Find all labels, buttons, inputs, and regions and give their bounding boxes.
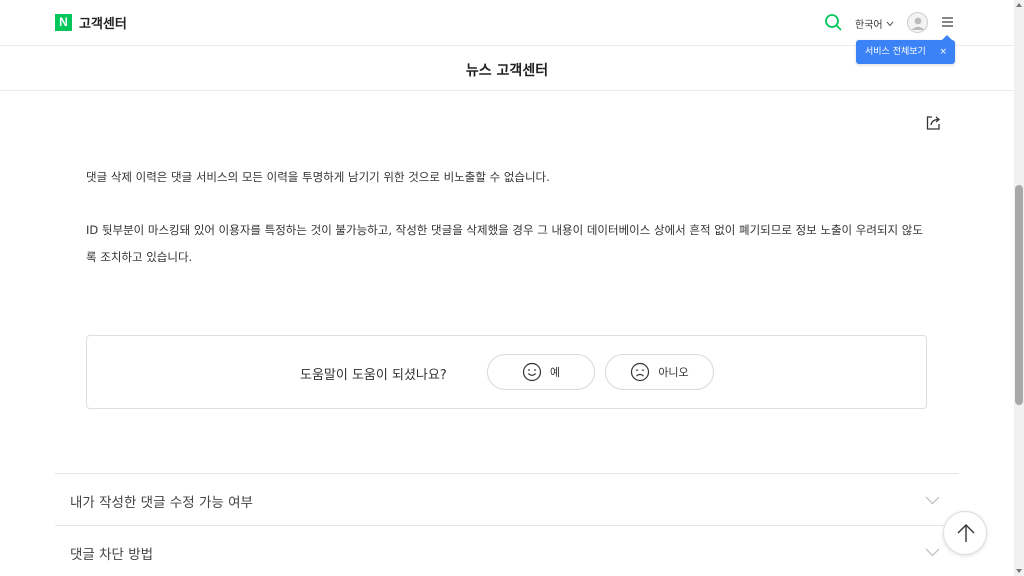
accordion-item-label: 댓글 차단 방법	[70, 547, 154, 563]
feedback-no-button[interactable]: 아니오	[605, 354, 714, 390]
avatar[interactable]	[907, 12, 928, 33]
menu-icon[interactable]	[941, 16, 954, 28]
chevron-down-icon	[886, 21, 893, 26]
feedback-no-label: 아니오	[658, 366, 689, 379]
feedback-box: 도움말이 도움이 되셨나요? 예 아니오	[86, 335, 927, 409]
feedback-yes-label: 예	[549, 366, 561, 379]
language-label: 한국어	[855, 20, 883, 31]
search-icon[interactable]	[824, 13, 842, 31]
page-scrollbar[interactable]	[1014, 0, 1024, 576]
smile-icon	[522, 362, 542, 382]
accordion-item-label: 내가 작성한 댓글 수정 가능 여부	[70, 495, 253, 511]
share-icon[interactable]	[925, 114, 942, 131]
site-title[interactable]: 고객센터	[79, 13, 127, 32]
answer-paragraph-2: ID 뒷부분이 마스킹돼 있어 이용자를 특정하는 것이 불가능하고, 작성한 …	[86, 223, 923, 264]
scroll-up-arrow[interactable]	[1016, 3, 1022, 7]
naver-logo[interactable]: N	[55, 14, 72, 31]
accordion-item-block-comment[interactable]: 댓글 차단 방법	[55, 525, 959, 576]
answer-paragraph-1: 댓글 삭제 이력은 댓글 서비스의 모든 이력을 투명하게 남기기 위한 것으로…	[86, 170, 550, 184]
frown-icon	[631, 362, 650, 382]
scroll-down-arrow[interactable]	[1016, 569, 1022, 573]
arrow-up-icon	[957, 524, 975, 542]
scrollbar-thumb[interactable]	[1015, 185, 1023, 405]
language-selector[interactable]: 한국어	[855, 16, 894, 31]
chevron-down-icon	[925, 496, 940, 505]
scroll-to-top-button[interactable]	[943, 511, 987, 555]
feedback-yes-button[interactable]: 예	[487, 354, 595, 390]
accordion-item-edit-comment[interactable]: 내가 작성한 댓글 수정 가능 여부	[55, 473, 959, 525]
chevron-down-icon	[925, 548, 940, 557]
page-title: 뉴스 고객센터	[465, 63, 549, 79]
user-icon	[911, 17, 925, 30]
feedback-question: 도움말이 도움이 되셨나요?	[300, 368, 447, 383]
sub-header: 뉴스 고객센터	[0, 47, 1014, 91]
